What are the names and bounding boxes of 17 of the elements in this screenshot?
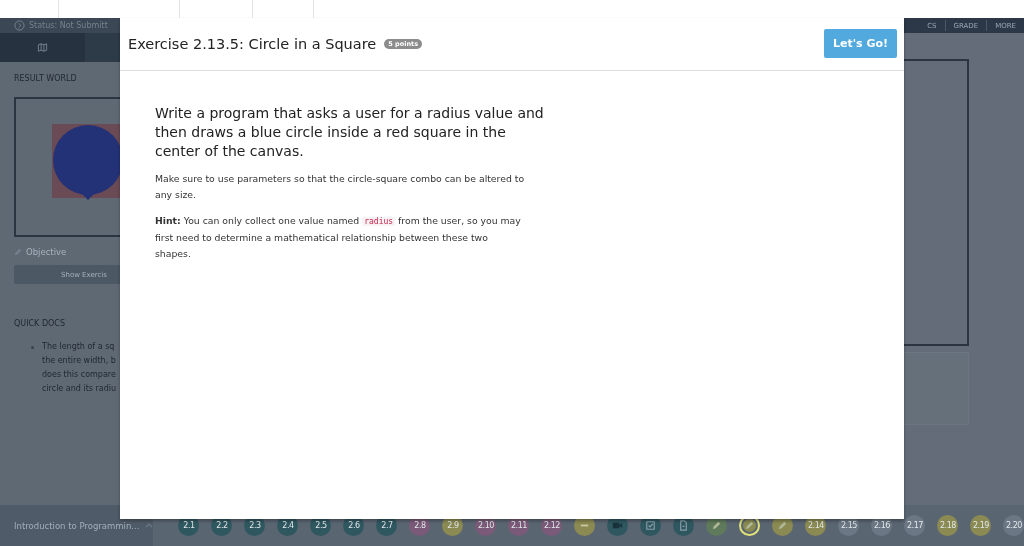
step-circle[interactable]: 2.20 [1003, 515, 1024, 536]
status-icon [14, 20, 25, 31]
step-circle[interactable]: 2.17 [904, 515, 926, 536]
exercise-heading: Write a program that asks a user for a radius value and then draws a blue circle inside a red square in the center of the canvas. [155, 104, 545, 161]
pencil-icon [14, 248, 22, 256]
docs-line: the entire width, b [42, 356, 116, 365]
dialog-title: Exercise 2.13.5: Circle in a Square [128, 36, 377, 52]
step-circle[interactable]: 2.19 [970, 515, 992, 536]
objective-label: Objective [26, 247, 67, 257]
instruction-text: Make sure to use parameters so that the circle-square combo can be altered to any size. [155, 172, 525, 202]
section-title: RESULT WORLD [14, 74, 78, 83]
lets-go-button[interactable]: Let's Go! [823, 28, 897, 58]
map-icon [37, 42, 48, 53]
bullet-icon [31, 346, 34, 349]
step-circle[interactable]: 2.18 [937, 515, 959, 536]
hint-text: Hint: You can only collect one value named radius from the user, so you may first need to determine a mathematical relationship between these two shapes. [155, 214, 522, 261]
section-title: QUICK DOCS [14, 319, 66, 328]
